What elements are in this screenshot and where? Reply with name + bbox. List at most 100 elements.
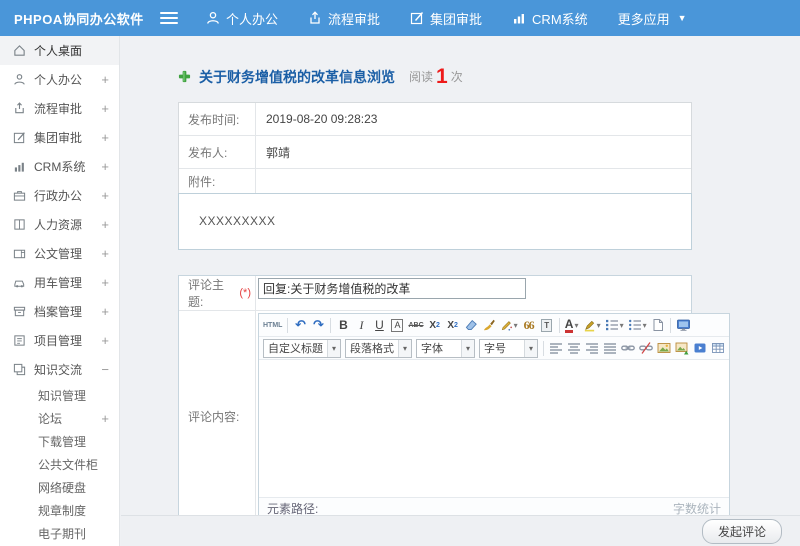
bold-button[interactable]: B (335, 316, 351, 335)
expand-toggle[interactable]: + (99, 333, 109, 348)
sidebar-item-label: CRM系统 (34, 160, 86, 174)
italic-button[interactable]: I (353, 316, 369, 335)
sidebar-subitem-e-journal[interactable]: 电子期刊 (0, 522, 119, 545)
expand-toggle[interactable]: + (99, 130, 109, 145)
sidebar-subitem-rules[interactable]: 规章制度 (0, 499, 119, 522)
table-row: 发布时间: 2019-08-20 09:28:23 (179, 103, 691, 136)
expand-toggle[interactable]: + (99, 304, 109, 319)
submit-comment-button[interactable]: 发起评论 (701, 518, 782, 544)
font-family-select[interactable]: 字体 ▾ (416, 338, 475, 358)
sidebar-subitem-forum[interactable]: 论坛 + (0, 407, 119, 430)
expand-toggle[interactable]: + (99, 72, 109, 87)
redo-button[interactable]: ↷ (310, 316, 326, 335)
nav-label: 集团审批 (430, 11, 483, 27)
sidebar-subitem-knowledge-mgmt[interactable]: 知识管理 (0, 384, 119, 407)
align-justify-button[interactable] (602, 339, 618, 358)
html-source-button[interactable]: HTML (262, 316, 283, 335)
subscript-button[interactable]: X2 (445, 316, 461, 335)
editor-status-bar: 元素路径: 字数统计 (259, 497, 729, 515)
paintbrush-icon (482, 318, 496, 332)
sidebar-subitem-label: 公共文件柜 (38, 458, 99, 472)
align-center-button[interactable] (566, 339, 582, 358)
upload-image-button[interactable] (674, 339, 690, 358)
expand-toggle[interactable]: + (99, 188, 109, 203)
align-left-button[interactable] (548, 339, 564, 358)
chevron-down-icon: ▼ (677, 13, 687, 23)
sidebar-item-workflow-approval[interactable]: 流程审批 + (0, 94, 119, 123)
nav-crm-system[interactable]: CRM系统 (512, 9, 588, 28)
nav-group-approval[interactable]: 集团审批 (410, 9, 482, 28)
unordered-list-dropdown[interactable]: ▾ (627, 316, 648, 335)
chevron-down-icon: ▾ (619, 320, 624, 330)
nav-more-apps[interactable]: 更多应用 ▼ (618, 9, 687, 28)
expand-toggle[interactable]: + (99, 411, 109, 426)
sidebar-item-document-mgmt[interactable]: 公文管理 + (0, 239, 119, 268)
undo-button[interactable]: ↶ (292, 316, 308, 335)
underline-button[interactable]: U (371, 316, 387, 335)
sidebar-item-desktop[interactable]: 个人桌面 (0, 36, 119, 65)
sidebar-subitem-public-file-cabinet[interactable]: 公共文件柜 (0, 453, 119, 476)
remove-link-button[interactable] (638, 339, 654, 358)
strikethrough-button[interactable]: ABC (407, 316, 424, 335)
unordered-list-icon (628, 318, 642, 332)
char-border-button[interactable]: A (389, 316, 405, 335)
sidebar-subitem-label: 下载管理 (38, 435, 87, 449)
ordered-list-dropdown[interactable]: ▾ (604, 316, 625, 335)
publish-time-value: 2019-08-20 09:28:23 (266, 112, 378, 126)
highlight-color-dropdown[interactable]: ▾ (582, 316, 602, 335)
chevron-down-icon[interactable]: ▾ (327, 339, 340, 357)
insert-media-button[interactable] (692, 339, 708, 358)
image-icon (657, 341, 671, 355)
insert-table-button[interactable] (710, 339, 726, 358)
sidebar-item-personal-office[interactable]: 个人办公 + (0, 65, 119, 94)
sidebar-item-knowledge-exchange[interactable]: 知识交流 − (0, 355, 119, 384)
chevron-down-icon[interactable]: ▾ (524, 339, 537, 357)
font-size-select[interactable]: 字号 ▾ (479, 338, 538, 358)
sidebar-item-label: 个人办公 (34, 73, 83, 87)
hamburger-menu-icon[interactable] (160, 12, 178, 24)
nav-personal-office[interactable]: 个人办公 (206, 9, 278, 28)
expand-toggle[interactable]: + (99, 159, 109, 174)
sidebar-item-group-approval[interactable]: 集团审批 + (0, 123, 119, 152)
sidebar-item-label: 人力资源 (34, 218, 83, 232)
new-document-button[interactable] (650, 316, 666, 335)
collapse-toggle[interactable]: − (99, 362, 109, 377)
table-row: 附件: (179, 169, 691, 193)
sidebar-item-admin-office[interactable]: 行政办公 + (0, 181, 119, 210)
sidebar-subitem-network-drive[interactable]: 网络硬盘 (0, 476, 119, 499)
blockquote-button[interactable]: 66 (521, 316, 537, 335)
editor-content-area[interactable] (259, 360, 729, 497)
sidebar-item-vehicle-mgmt[interactable]: 用车管理 + (0, 268, 119, 297)
remove-format-button[interactable] (463, 316, 479, 335)
sidebar-item-archive-mgmt[interactable]: 档案管理 + (0, 297, 119, 326)
font-color-dropdown[interactable]: A ▾ (564, 316, 580, 335)
chevron-down-icon[interactable]: ▾ (398, 339, 411, 357)
paste-plain-text-button[interactable]: T (539, 316, 555, 335)
fullscreen-button[interactable] (675, 316, 692, 335)
expand-toggle[interactable]: + (99, 217, 109, 232)
expand-toggle[interactable]: + (99, 246, 109, 261)
sidebar-item-crm[interactable]: CRM系统 + (0, 152, 119, 181)
format-painter-button[interactable] (481, 316, 497, 335)
superscript-button[interactable]: X2 (427, 316, 443, 335)
chevron-down-icon: ▾ (642, 320, 647, 330)
comment-subject-input[interactable] (258, 278, 526, 299)
book-icon (13, 218, 26, 231)
table-row: 发布人: 郭靖 (179, 136, 691, 169)
nav-workflow-approval[interactable]: 流程审批 (308, 9, 380, 28)
chevron-down-icon[interactable]: ▾ (461, 339, 474, 357)
align-left-icon (549, 341, 563, 355)
custom-heading-select[interactable]: 自定义标题 ▾ (263, 338, 341, 358)
car-icon (13, 276, 26, 289)
sidebar-item-hr[interactable]: 人力资源 + (0, 210, 119, 239)
expand-toggle[interactable]: + (99, 101, 109, 116)
align-right-button[interactable] (584, 339, 600, 358)
insert-link-button[interactable] (620, 339, 636, 358)
draw-color-dropdown[interactable]: ▾ (499, 316, 519, 335)
insert-image-button[interactable] (656, 339, 672, 358)
sidebar-item-project-mgmt[interactable]: 项目管理 + (0, 326, 119, 355)
home-icon (13, 44, 26, 57)
sidebar-subitem-download-mgmt[interactable]: 下载管理 (0, 430, 119, 453)
expand-toggle[interactable]: + (99, 275, 109, 290)
paragraph-format-select[interactable]: 段落格式 ▾ (345, 338, 412, 358)
